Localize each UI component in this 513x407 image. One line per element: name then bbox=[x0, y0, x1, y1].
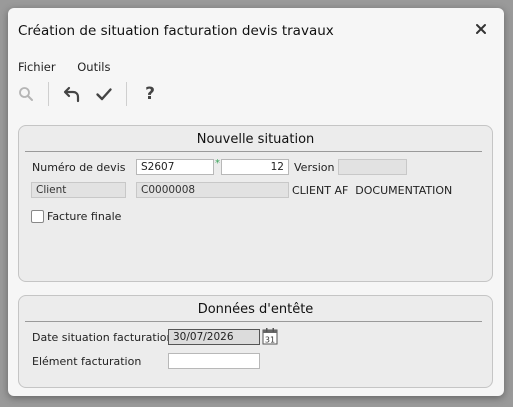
validate-button[interactable] bbox=[92, 82, 116, 106]
search-button[interactable] bbox=[14, 82, 38, 106]
menu-bar: Fichier Outils bbox=[18, 60, 128, 74]
undo-icon bbox=[63, 86, 80, 103]
client-name: CLIENT AF DOCUMENTATION bbox=[292, 184, 453, 197]
dialog-title: Création de situation facturation devis … bbox=[18, 23, 334, 39]
menu-fichier[interactable]: Fichier bbox=[18, 60, 56, 74]
panel-nouvelle-situation: Nouvelle situation Numéro de devis S2607… bbox=[18, 125, 493, 282]
date-label: Date situation facturation bbox=[32, 331, 174, 344]
toolbar: ? bbox=[14, 80, 214, 110]
devis-number-input[interactable]: S2607 bbox=[136, 159, 214, 175]
panel-divider bbox=[25, 321, 482, 322]
sequence-input[interactable]: 12 bbox=[221, 159, 289, 175]
panel-title: Données d'entête bbox=[197, 302, 314, 317]
element-label: Elément facturation bbox=[32, 355, 142, 368]
checkmark-icon bbox=[96, 88, 112, 101]
help-icon[interactable]: ? bbox=[138, 82, 162, 106]
client-label-box: Client bbox=[31, 182, 126, 198]
calendar-day: 31 bbox=[265, 336, 275, 345]
client-code-field: C0000008 bbox=[136, 182, 289, 198]
facture-finale-checkbox[interactable] bbox=[31, 210, 44, 223]
toolbar-separator bbox=[48, 82, 49, 106]
devis-label: Numéro de devis bbox=[32, 161, 126, 174]
panel-title: Nouvelle situation bbox=[196, 132, 315, 147]
undo-button[interactable] bbox=[60, 82, 84, 106]
menu-outils[interactable]: Outils bbox=[77, 60, 110, 74]
panel-donnees-entete: Données d'entête Date situation facturat… bbox=[18, 295, 493, 388]
facture-finale-label: Facture finale bbox=[47, 210, 122, 223]
title-bar: Création de situation facturation devis … bbox=[8, 8, 504, 52]
dialog-window: Création de situation facturation devis … bbox=[8, 8, 504, 396]
search-icon bbox=[19, 87, 33, 101]
toolbar-separator bbox=[126, 82, 127, 106]
version-field bbox=[338, 159, 407, 175]
element-facturation-input[interactable] bbox=[168, 353, 260, 369]
version-label: Version bbox=[294, 161, 335, 174]
required-marker: * bbox=[215, 158, 220, 169]
close-icon[interactable] bbox=[474, 22, 488, 36]
date-situation-input[interactable]: 30/07/2026 bbox=[168, 329, 260, 345]
calendar-icon[interactable]: 31 bbox=[262, 327, 278, 345]
panel-divider bbox=[25, 151, 482, 152]
